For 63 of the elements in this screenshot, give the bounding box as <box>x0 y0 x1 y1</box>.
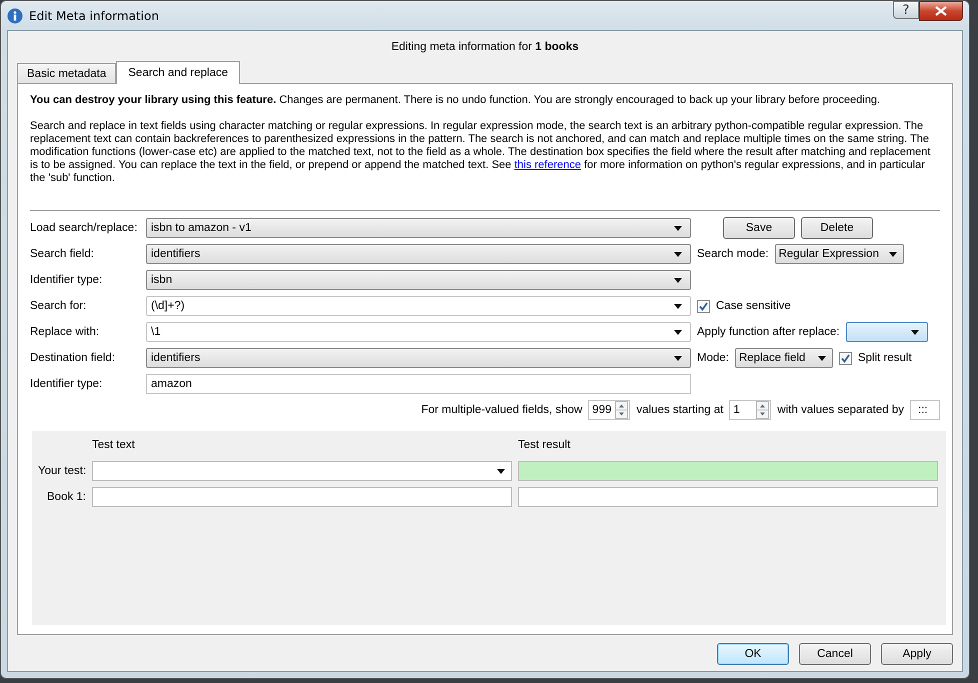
replace-combo[interactable]: \1 <box>146 322 691 342</box>
spinner-icon[interactable] <box>756 401 770 419</box>
column-header: Test result <box>518 439 572 453</box>
warning-text: You can destroy your library using this feature. Changes are permanent. There is no undo function. You are strongly encouraged to back up your library before proceeding. <box>30 94 882 107</box>
description-text: Search and replace in text fields using character matching or regular expressions. In regular expression mode, the search text is an arbitrary python-compatible regular expression. The replacement text can contain backreferences to parenthesized expressions in the pattern. The search is not anchored, and can match and replace multiple times on the same string. The modification functions (lower-case etc) are applied to the matched text, not to the field as a whole. The destination box specifies the field where the result after matching and replacement is to be assigned. You can replace the text in the field, or prepend or append the matched text. See this reference for more information on python's regular expressions, and in particular the 'sub' function. <box>30 120 932 186</box>
caret-icon <box>818 356 826 360</box>
reference-link[interactable]: this reference <box>514 159 581 171</box>
caret-icon <box>910 330 919 334</box>
spin-box[interactable]: 999 <box>588 400 630 420</box>
field-label: Destination field: <box>30 352 116 364</box>
search-combo[interactable]: (\d]+?) <box>146 296 691 316</box>
field-dropdown[interactable]: identifiers <box>146 244 691 264</box>
field-label: For multiple-valued fields, show <box>421 404 582 416</box>
column-header: Test text <box>92 439 136 453</box>
field-label: values starting at <box>636 404 724 416</box>
help-button[interactable]: ? <box>893 1 919 19</box>
close-button[interactable] <box>919 1 963 21</box>
action-button[interactable]: Save <box>723 217 795 239</box>
caret-icon <box>674 252 682 256</box>
field-label: Your test: <box>38 465 86 477</box>
dialog-heading: Editing meta information for 1 books <box>390 41 580 53</box>
mode-dropdown[interactable]: Regular Expression <box>774 244 904 264</box>
tab[interactable]: Search and replace <box>116 61 240 84</box>
caret-icon <box>888 252 897 256</box>
dialog-button[interactable]: OK <box>717 643 789 665</box>
spin-box[interactable]: 1 <box>729 400 772 420</box>
field-label: Search for: <box>30 300 88 312</box>
field-dropdown[interactable]: identifiers <box>146 348 691 368</box>
dialog-button[interactable]: Apply <box>881 643 953 665</box>
dialog-button[interactable]: Cancel <box>799 643 871 665</box>
close-icon <box>935 6 947 16</box>
caret-icon <box>497 468 505 474</box>
type-dropdown[interactable]: isbn <box>146 270 691 290</box>
checkbox-label: Case sensitive <box>716 300 791 312</box>
input-field[interactable]: amazon <box>146 374 691 394</box>
field-label: Identifier type: <box>30 378 104 390</box>
caret-icon <box>674 356 682 360</box>
caret-icon <box>674 330 682 334</box>
tab[interactable]: Basic metadata <box>17 63 116 83</box>
checkbox[interactable] <box>838 352 852 364</box>
field-label: Mode: <box>697 352 729 364</box>
field-label: Book 1: <box>46 491 86 503</box>
checkbox-label: Split result <box>858 352 912 364</box>
info-icon <box>7 8 23 24</box>
mode-dropdown[interactable]: Replace field <box>734 348 833 368</box>
field-label: Apply function after replace: <box>697 326 840 338</box>
caret-icon <box>674 226 682 230</box>
field-label: Search field: <box>30 248 95 260</box>
function-dropdown[interactable] <box>846 322 928 342</box>
caret-icon <box>674 278 682 282</box>
input-field[interactable] <box>92 487 512 507</box>
field-label: Load search/replace: <box>30 222 138 234</box>
input-field[interactable]: ::: <box>910 400 940 420</box>
field-label: with values separated by <box>777 404 904 416</box>
spinner-icon[interactable] <box>615 401 628 419</box>
action-button[interactable]: Delete <box>801 217 873 239</box>
field-label: Search mode: <box>697 248 769 260</box>
field-label: Replace with: <box>30 326 100 338</box>
window-title: Edit Meta information <box>29 8 160 22</box>
checkbox[interactable] <box>697 300 710 312</box>
caret-icon <box>674 304 682 308</box>
preset-dropdown[interactable]: isbn to amazon - v1 <box>146 218 691 238</box>
field-label: Identifier type: <box>30 274 104 286</box>
